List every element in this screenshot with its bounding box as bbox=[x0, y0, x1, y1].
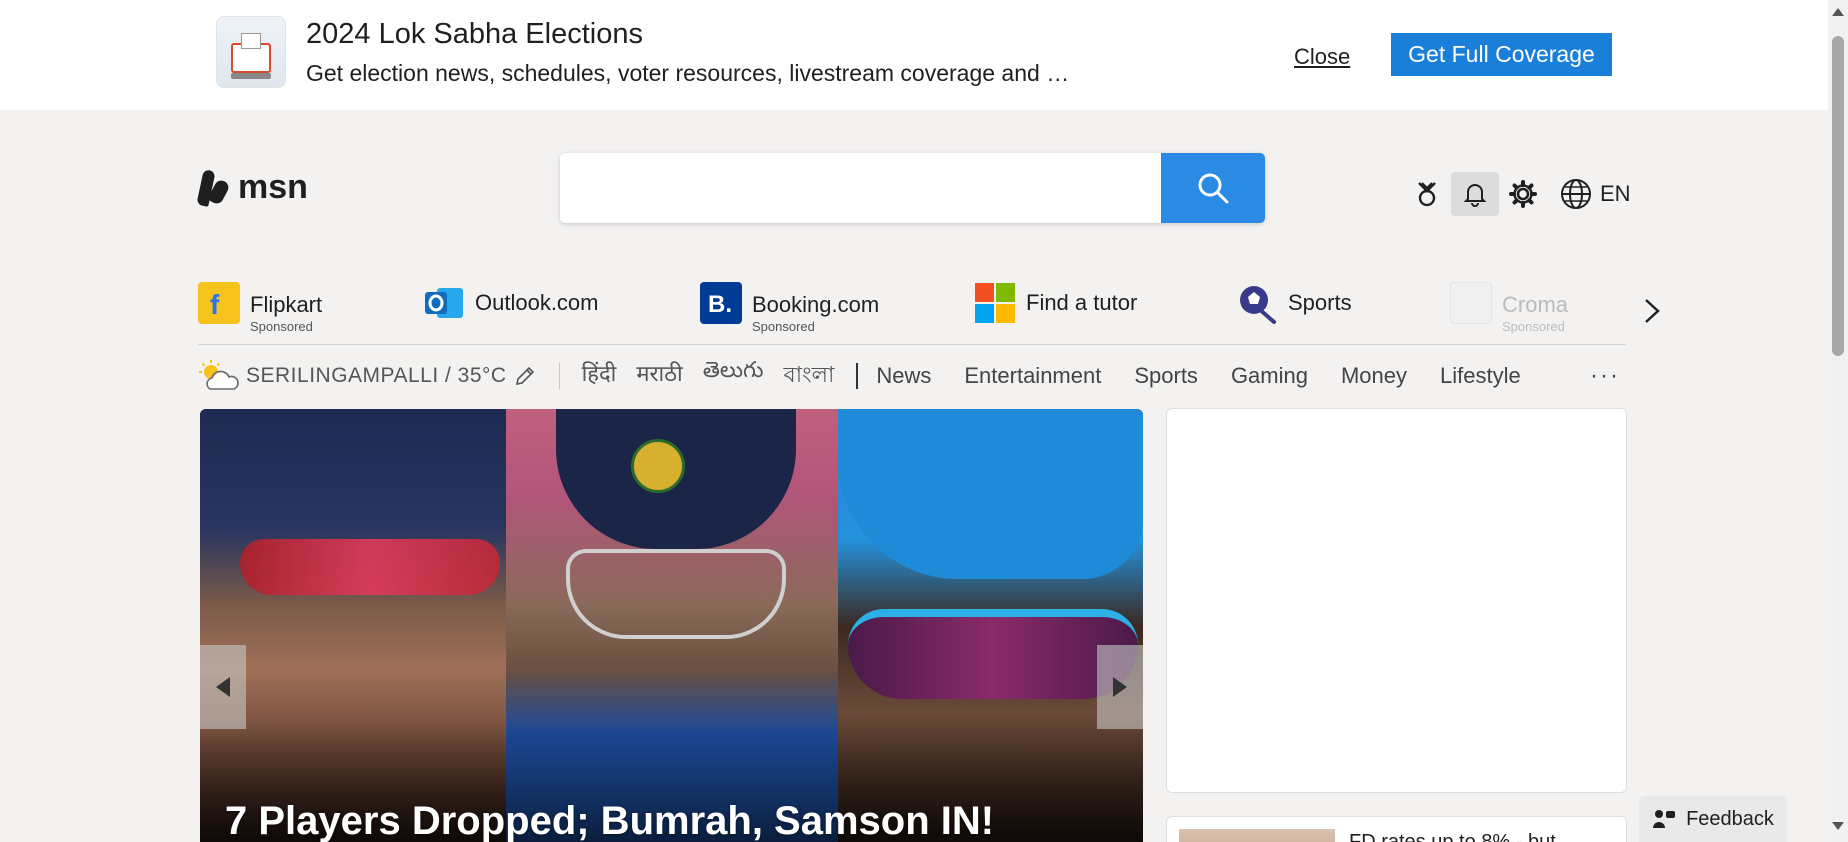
nav-separator bbox=[558, 363, 560, 389]
logo-text: msn bbox=[238, 167, 308, 206]
tab-money[interactable]: Money bbox=[1341, 363, 1407, 389]
scroll-down-arrow-icon[interactable] bbox=[1832, 822, 1844, 830]
tab-news[interactable]: News bbox=[876, 363, 931, 389]
get-full-coverage-button[interactable]: Get Full Coverage bbox=[1391, 33, 1612, 76]
notifications-button[interactable] bbox=[1451, 172, 1499, 216]
croma-icon bbox=[1450, 282, 1492, 324]
language-links: हिंदी मराठी తెలుగు বাংলা bbox=[582, 358, 835, 395]
flipkart-icon: f bbox=[198, 282, 240, 324]
language-selector[interactable]: EN bbox=[1560, 172, 1631, 216]
pencil-edit-icon[interactable] bbox=[513, 364, 537, 388]
category-nav: SERILINGAMPALLI / 35°C हिंदी मराठी తెలుగ… bbox=[198, 356, 1626, 396]
banner-close-link[interactable]: Close bbox=[1294, 44, 1350, 70]
feedback-icon bbox=[1653, 810, 1676, 828]
quick-link-find-a-tutor[interactable]: Find a tutor bbox=[974, 282, 1137, 336]
hero-headline[interactable]: 7 Players Dropped; Bumrah, Samson IN! bbox=[225, 799, 994, 842]
quick-link-booking[interactable]: B. Booking.com Sponsored bbox=[700, 282, 879, 336]
rewards-button[interactable] bbox=[1403, 172, 1451, 216]
ad-card bbox=[1166, 408, 1627, 793]
news-headline: FD rates up to 8% - but bbox=[1349, 831, 1556, 842]
language-code: EN bbox=[1600, 181, 1631, 206]
quick-link-sports[interactable]: Sports bbox=[1236, 282, 1352, 336]
news-thumbnail bbox=[1179, 829, 1335, 842]
scroll-up-arrow-icon[interactable] bbox=[1832, 8, 1844, 16]
language-telugu[interactable]: తెలుగు bbox=[703, 358, 764, 395]
page-scrollbar[interactable] bbox=[1828, 0, 1848, 842]
search-icon bbox=[1198, 173, 1229, 204]
search-button[interactable] bbox=[1161, 153, 1265, 223]
search-input[interactable] bbox=[560, 153, 1161, 223]
weather-widget[interactable]: SERILINGAMPALLI / 35°C bbox=[198, 359, 537, 393]
bell-icon bbox=[1463, 184, 1487, 207]
quick-link-outlook[interactable]: Outlook.com bbox=[423, 282, 599, 336]
weather-location-temp: SERILINGAMPALLI / 35°C bbox=[246, 364, 507, 387]
nav-tabs: News Entertainment Sports Gaming Money L… bbox=[876, 363, 1520, 389]
chevron-right-icon bbox=[1645, 299, 1660, 323]
quick-link-flipkart[interactable]: f Flipkart Sponsored bbox=[198, 282, 322, 336]
triangle-right-icon bbox=[1113, 677, 1127, 697]
msn-logo[interactable]: msn bbox=[198, 166, 308, 208]
language-marathi[interactable]: मराठी bbox=[636, 358, 682, 395]
quick-links-bar: f Flipkart Sponsored Outlook.com B. Book… bbox=[198, 282, 1626, 346]
language-bangla[interactable]: বাংলা bbox=[783, 358, 834, 395]
side-news-card[interactable]: FD rates up to 8% - but bbox=[1166, 816, 1627, 842]
carousel-next-button[interactable] bbox=[1097, 645, 1143, 729]
svg-text:f: f bbox=[210, 289, 220, 320]
partly-sunny-icon bbox=[199, 360, 239, 390]
msn-butterfly-icon bbox=[198, 166, 230, 208]
hero-carousel[interactable]: 7 Players Dropped; Bumrah, Samson IN! bbox=[200, 409, 1143, 842]
feedback-button[interactable]: Feedback bbox=[1639, 796, 1787, 842]
tab-sports[interactable]: Sports bbox=[1134, 363, 1198, 389]
tab-lifestyle[interactable]: Lifestyle bbox=[1440, 363, 1521, 389]
rewards-trophy-icon bbox=[1418, 182, 1436, 207]
sports-ball-icon bbox=[1236, 282, 1278, 324]
language-hindi[interactable]: हिंदी bbox=[582, 358, 617, 395]
triangle-left-icon bbox=[216, 677, 230, 697]
more-options-button[interactable]: ··· bbox=[1590, 362, 1620, 390]
outlook-icon bbox=[423, 282, 465, 324]
quick-link-croma[interactable]: Croma Sponsored bbox=[1450, 282, 1568, 336]
settings-button[interactable] bbox=[1499, 172, 1547, 216]
microsoft-logo-icon bbox=[974, 282, 1016, 324]
scroll-thumb[interactable] bbox=[1832, 36, 1844, 356]
carousel-prev-button[interactable] bbox=[200, 645, 246, 729]
feedback-label: Feedback bbox=[1686, 807, 1774, 830]
svg-text:B.: B. bbox=[708, 291, 732, 318]
search-box bbox=[560, 153, 1265, 223]
ballot-box-icon bbox=[216, 16, 286, 88]
banner-title: 2024 Lok Sabha Elections bbox=[306, 18, 643, 50]
tab-gaming[interactable]: Gaming bbox=[1231, 363, 1308, 389]
globe-icon bbox=[1561, 179, 1591, 209]
quick-links-next-button[interactable] bbox=[1636, 296, 1666, 326]
booking-icon: B. bbox=[700, 282, 742, 324]
nav-separator bbox=[856, 363, 859, 389]
banner-subtitle[interactable]: Get election news, schedules, voter reso… bbox=[306, 60, 1069, 87]
election-banner: 2024 Lok Sabha Elections Get election ne… bbox=[0, 0, 1828, 110]
tab-entertainment[interactable]: Entertainment bbox=[964, 363, 1101, 389]
gear-icon bbox=[1509, 180, 1537, 208]
quick-links-divider bbox=[198, 344, 1626, 345]
